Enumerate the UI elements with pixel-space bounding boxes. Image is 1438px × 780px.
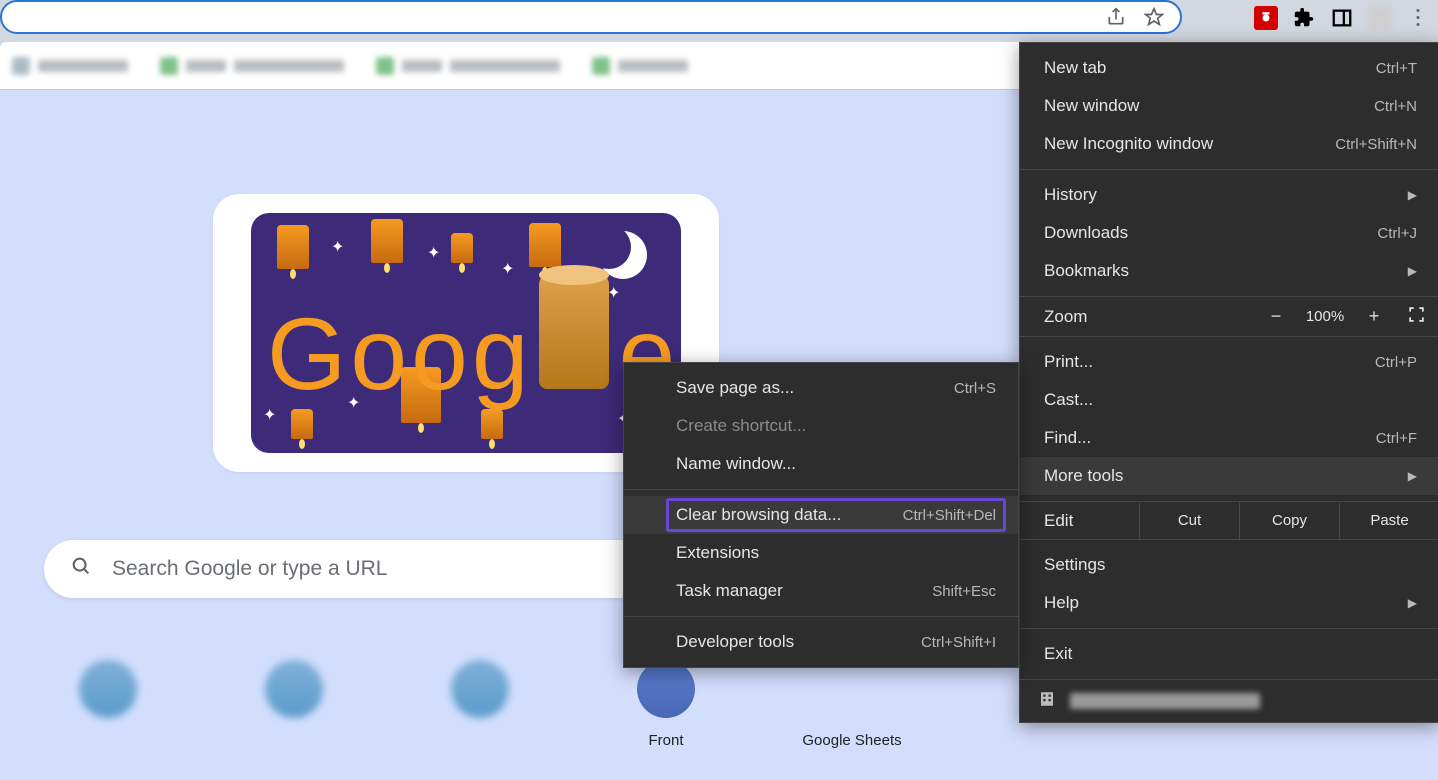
menu-new-window[interactable]: New window Ctrl+N (1020, 87, 1438, 125)
submenu-developer-tools[interactable]: Developer tools Ctrl+Shift+I (624, 623, 1018, 661)
submenu-task-manager[interactable]: Task manager Shift+Esc (624, 572, 1018, 610)
google-logo: Goog e (267, 271, 675, 405)
submenu-save-page[interactable]: Save page as... Ctrl+S (624, 369, 1018, 407)
zoom-out-button[interactable]: − (1257, 306, 1295, 327)
bookmark-item[interactable] (12, 57, 128, 75)
toolbar-actions (1254, 6, 1430, 30)
bookmark-item[interactable] (376, 57, 560, 75)
menu-cast[interactable]: Cast... (1020, 381, 1438, 419)
chrome-main-menu: New tab Ctrl+T New window Ctrl+N New Inc… (1019, 42, 1438, 723)
shortcut-tile[interactable]: . (432, 660, 528, 749)
chevron-right-icon: ▶ (1405, 264, 1417, 278)
submenu-name-window[interactable]: Name window... (624, 445, 1018, 483)
shortcut-tile[interactable]: . (60, 660, 156, 749)
menu-settings[interactable]: Settings (1020, 546, 1438, 584)
omnibox-input[interactable] (2, 8, 1106, 26)
submenu-create-shortcut: Create shortcut... (624, 407, 1018, 445)
managed-by-row[interactable] (1020, 680, 1438, 722)
ublock-extension-icon[interactable] (1254, 6, 1278, 30)
menu-print[interactable]: Print... Ctrl+P (1020, 343, 1438, 381)
fullscreen-icon[interactable] (1393, 306, 1438, 328)
menu-downloads[interactable]: Downloads Ctrl+J (1020, 214, 1438, 252)
profile-avatar-icon[interactable] (1368, 6, 1392, 30)
shortcut-label: Google Sheets (802, 732, 901, 749)
chrome-menu-icon[interactable] (1406, 6, 1430, 30)
building-icon (1038, 690, 1056, 713)
menu-exit[interactable]: Exit (1020, 635, 1438, 673)
more-tools-submenu: Save page as... Ctrl+S Create shortcut..… (623, 362, 1019, 668)
zoom-level: 100% (1295, 308, 1355, 325)
omnibox[interactable] (0, 0, 1182, 34)
bookmark-star-icon[interactable] (1144, 7, 1164, 27)
menu-bookmarks[interactable]: Bookmarks ▶ (1020, 252, 1438, 290)
menu-zoom: Zoom − 100% + (1020, 297, 1438, 337)
menu-new-incognito[interactable]: New Incognito window Ctrl+Shift+N (1020, 125, 1438, 163)
shortcut-tile-sheets[interactable]: Google Sheets (804, 660, 900, 749)
managed-org-label (1070, 693, 1260, 709)
drum-icon (539, 271, 609, 389)
share-icon[interactable] (1106, 7, 1126, 27)
bookmark-item[interactable] (160, 57, 344, 75)
bookmark-item[interactable] (592, 57, 688, 75)
extensions-icon[interactable] (1292, 6, 1316, 30)
menu-cut[interactable]: Cut (1140, 502, 1240, 539)
shortcut-tile-front[interactable]: Front (618, 660, 714, 749)
chevron-right-icon: ▶ (1405, 188, 1417, 202)
shortcut-tile[interactable]: . (246, 660, 342, 749)
chevron-right-icon: ▶ (1405, 469, 1417, 483)
menu-new-tab[interactable]: New tab Ctrl+T (1020, 49, 1438, 87)
menu-more-tools[interactable]: More tools ▶ (1020, 457, 1438, 495)
menu-help[interactable]: Help ▶ (1020, 584, 1438, 622)
chevron-right-icon: ▶ (1405, 596, 1417, 610)
submenu-extensions[interactable]: Extensions (624, 534, 1018, 572)
menu-edit-row: Edit Cut Copy Paste (1020, 502, 1438, 540)
menu-edit-label: Edit (1020, 502, 1140, 539)
menu-history[interactable]: History ▶ (1020, 176, 1438, 214)
shortcut-label: Front (648, 732, 683, 749)
menu-copy[interactable]: Copy (1240, 502, 1340, 539)
shortcut-tiles: . . . Front Google Sheets (60, 660, 900, 749)
menu-paste[interactable]: Paste (1340, 502, 1438, 539)
zoom-in-button[interactable]: + (1355, 306, 1393, 327)
menu-find[interactable]: Find... Ctrl+F (1020, 419, 1438, 457)
search-placeholder: Search Google or type a URL (112, 557, 387, 581)
side-panel-icon[interactable] (1330, 6, 1354, 30)
submenu-clear-browsing-data[interactable]: Clear browsing data... Ctrl+Shift+Del (624, 496, 1018, 534)
search-icon (70, 555, 92, 583)
google-doodle[interactable]: ✦ ✦ ✦ ✦ ✦ ✦ ✦ Goog e (251, 213, 681, 453)
